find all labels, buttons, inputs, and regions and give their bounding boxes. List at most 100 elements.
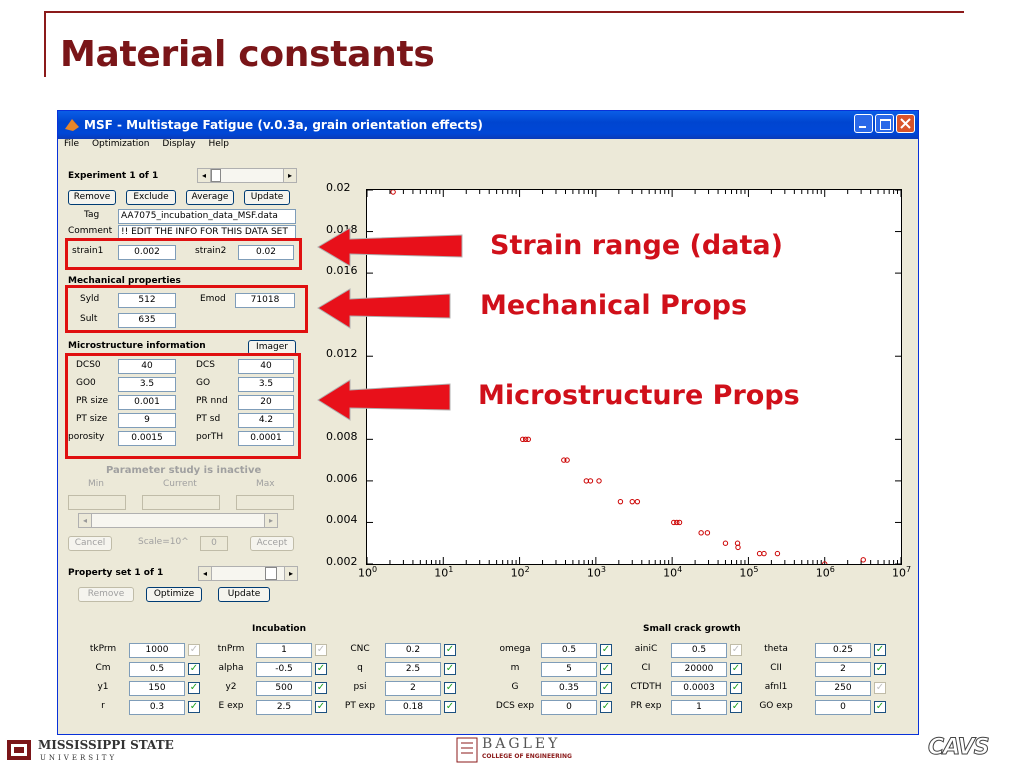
- menu-optimization[interactable]: Optimization: [92, 139, 150, 149]
- param-checkbox[interactable]: ✓: [315, 701, 327, 713]
- arrow-right-icon[interactable]: ▸: [284, 567, 297, 580]
- param-min-field[interactable]: [68, 495, 126, 510]
- param-checkbox[interactable]: ✓: [444, 682, 456, 694]
- param-field[interactable]: -0.5: [256, 662, 312, 677]
- x-tick-exponent: 4: [677, 565, 683, 574]
- menu-file[interactable]: File: [64, 139, 79, 149]
- param-field[interactable]: 0.35: [541, 681, 597, 696]
- param-checkbox[interactable]: ✓: [730, 682, 742, 694]
- accept-button[interactable]: Accept: [250, 536, 294, 551]
- param-field[interactable]: 0.25: [815, 643, 871, 658]
- arrow-left-icon[interactable]: ◂: [198, 169, 211, 182]
- param-checkbox[interactable]: ✓: [444, 663, 456, 675]
- update-button[interactable]: Update: [244, 190, 290, 205]
- param-field[interactable]: 0.5: [671, 643, 727, 658]
- param-current-field[interactable]: [142, 495, 220, 510]
- arrow-left-icon[interactable]: ◂: [79, 514, 92, 527]
- micro-heading: Microstructure information: [68, 341, 206, 351]
- x-tick-base: 10: [510, 566, 525, 580]
- param-checkbox[interactable]: ✓: [600, 701, 612, 713]
- param-field[interactable]: 0.0003: [671, 681, 727, 696]
- callout-micro: Microstructure Props: [478, 380, 800, 411]
- param-checkbox[interactable]: ✓: [730, 663, 742, 675]
- param-field[interactable]: 2.5: [385, 662, 441, 677]
- property-remove-button[interactable]: Remove: [78, 587, 134, 602]
- param-field[interactable]: 20000: [671, 662, 727, 677]
- exclude-button[interactable]: Exclude: [126, 190, 176, 205]
- param-field[interactable]: 250: [815, 681, 871, 696]
- param-label: CTDTH: [630, 682, 662, 692]
- maximize-button[interactable]: [875, 114, 894, 133]
- param-checkbox[interactable]: ✓: [188, 682, 200, 694]
- param-label: r: [101, 701, 105, 711]
- param-checkbox[interactable]: ✓: [730, 644, 742, 656]
- param-field[interactable]: 2: [815, 662, 871, 677]
- x-tick-base: 10: [892, 566, 906, 580]
- param-max-field[interactable]: [236, 495, 294, 510]
- param-label: ainiC: [634, 644, 658, 654]
- menu-help[interactable]: Help: [208, 139, 229, 149]
- menu-display[interactable]: Display: [162, 139, 195, 149]
- scale-field[interactable]: 0: [200, 536, 228, 551]
- param-field[interactable]: 0: [541, 700, 597, 715]
- param-field[interactable]: 0.3: [129, 700, 185, 715]
- average-button[interactable]: Average: [186, 190, 234, 205]
- param-checkbox[interactable]: ✓: [188, 701, 200, 713]
- param-field[interactable]: 1000: [129, 643, 185, 658]
- y-tick-label: 0.006: [326, 471, 358, 485]
- param-checkbox[interactable]: ✓: [600, 663, 612, 675]
- param-checkbox[interactable]: ✓: [188, 644, 200, 656]
- comment-label: Comment: [68, 226, 113, 236]
- param-field[interactable]: 5: [541, 662, 597, 677]
- x-tick-label: 103: [587, 565, 606, 580]
- param-checkbox[interactable]: ✓: [874, 663, 886, 675]
- x-tick-label: 100: [358, 565, 377, 580]
- property-set-slider[interactable]: ◂ ▸: [198, 566, 298, 581]
- param-checkbox[interactable]: ✓: [188, 663, 200, 675]
- window-titlebar: MSF - Multistage Fatigue (v.0.3a, grain …: [58, 111, 918, 139]
- x-tick-base: 10: [358, 566, 372, 580]
- param-checkbox[interactable]: ✓: [874, 682, 886, 694]
- param-slider[interactable]: ◂ ▸: [78, 513, 278, 528]
- experiment-slider[interactable]: ◂ ▸: [197, 168, 297, 183]
- arrow-right-icon[interactable]: ▸: [264, 514, 277, 527]
- param-checkbox[interactable]: ✓: [315, 644, 327, 656]
- param-field[interactable]: 500: [256, 681, 312, 696]
- y-tick-label: 0.02: [326, 181, 351, 194]
- param-checkbox[interactable]: ✓: [444, 644, 456, 656]
- minimize-button[interactable]: [854, 114, 873, 133]
- param-checkbox[interactable]: ✓: [315, 682, 327, 694]
- param-field[interactable]: 0.5: [129, 662, 185, 677]
- param-field[interactable]: 0: [815, 700, 871, 715]
- y-tick-label: 0.008: [326, 430, 358, 444]
- param-field[interactable]: 150: [129, 681, 185, 696]
- param-field[interactable]: 0.5: [541, 643, 597, 658]
- property-update-button[interactable]: Update: [218, 587, 270, 602]
- param-field[interactable]: 0.2: [385, 643, 441, 658]
- param-field[interactable]: 0.18: [385, 700, 441, 715]
- menubar: File Optimization Display Help: [58, 139, 918, 155]
- data-point: [596, 478, 602, 484]
- param-checkbox[interactable]: ✓: [444, 701, 456, 713]
- param-checkbox[interactable]: ✓: [730, 701, 742, 713]
- param-label: q: [357, 663, 363, 673]
- param-label: afnl1: [764, 682, 788, 692]
- param-checkbox[interactable]: ✓: [600, 682, 612, 694]
- param-field[interactable]: 1: [256, 643, 312, 658]
- slider-thumb[interactable]: [211, 169, 221, 182]
- param-checkbox[interactable]: ✓: [874, 701, 886, 713]
- slider-thumb[interactable]: [265, 567, 277, 580]
- param-field[interactable]: 2: [385, 681, 441, 696]
- param-checkbox[interactable]: ✓: [315, 663, 327, 675]
- arrow-right-icon[interactable]: ▸: [283, 169, 296, 182]
- param-field[interactable]: 1: [671, 700, 727, 715]
- param-checkbox[interactable]: ✓: [874, 644, 886, 656]
- tag-field[interactable]: AA7075_incubation_data_MSF.data: [118, 209, 296, 224]
- remove-button[interactable]: Remove: [68, 190, 116, 205]
- cancel-button[interactable]: Cancel: [68, 536, 112, 551]
- optimize-button[interactable]: Optimize: [146, 587, 202, 602]
- param-field[interactable]: 2.5: [256, 700, 312, 715]
- param-checkbox[interactable]: ✓: [600, 644, 612, 656]
- close-button[interactable]: [896, 114, 915, 133]
- arrow-left-icon[interactable]: ◂: [199, 567, 212, 580]
